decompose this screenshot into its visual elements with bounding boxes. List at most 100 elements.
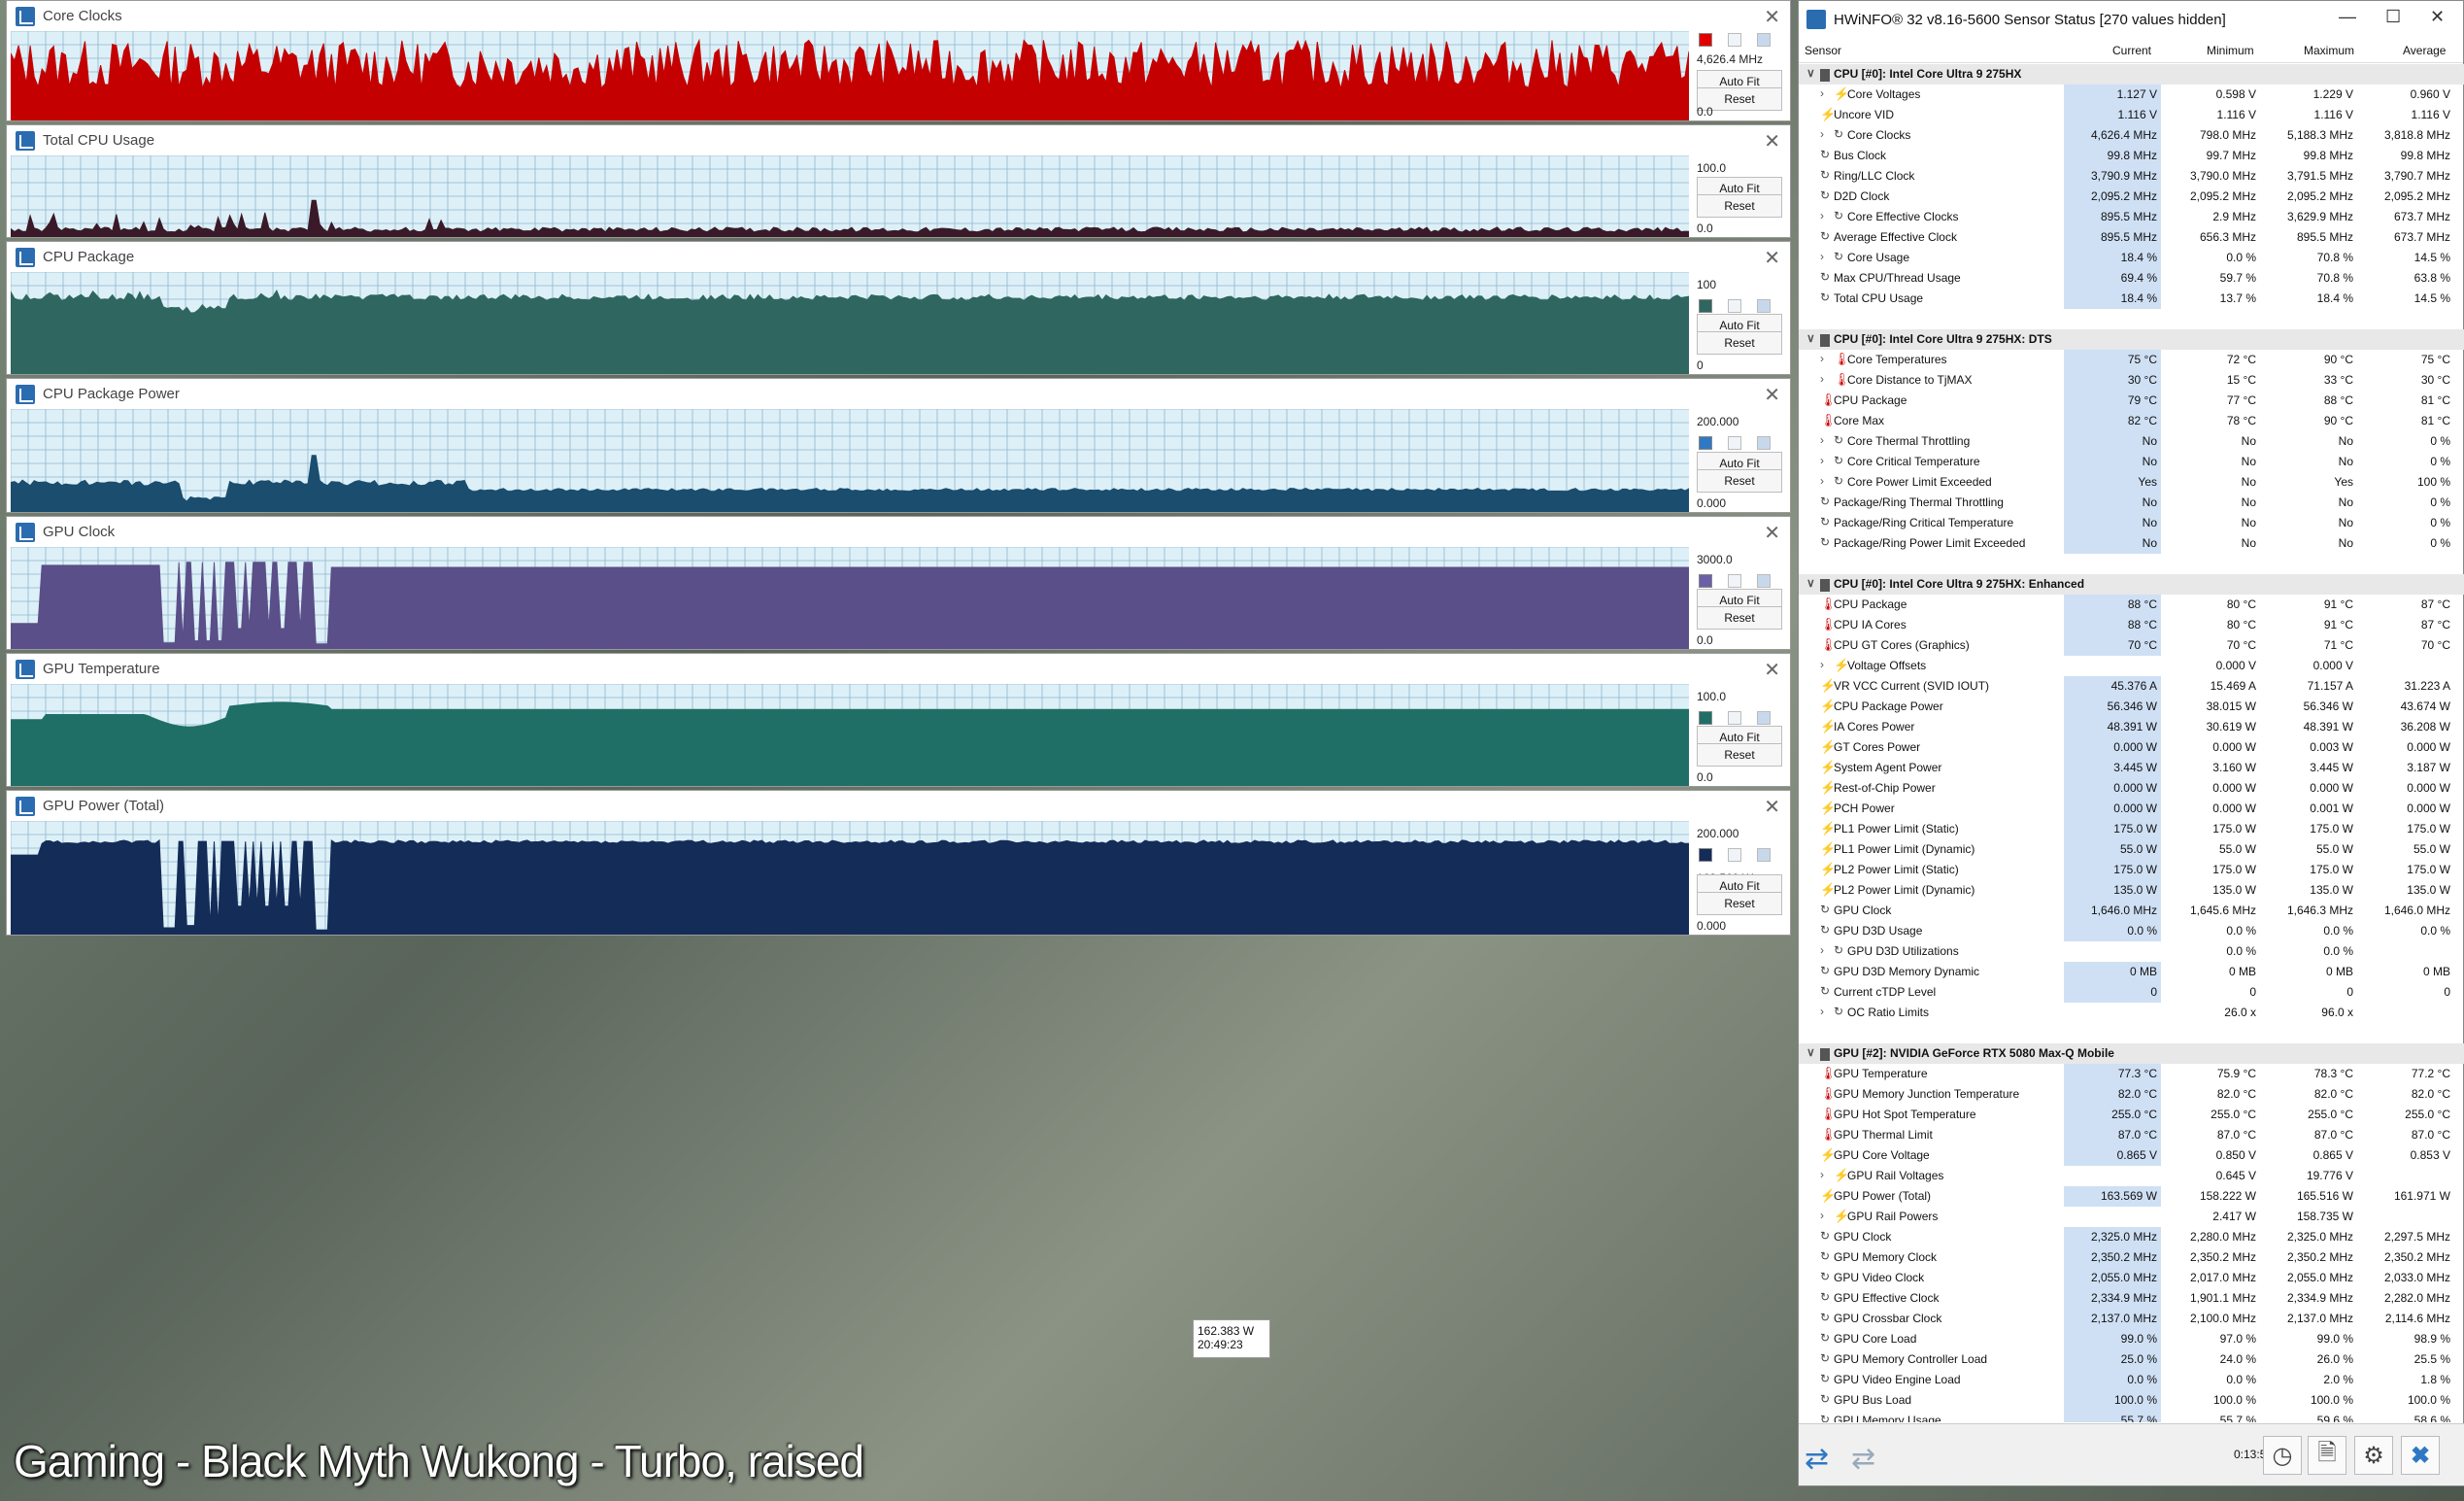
- sensor-row[interactable]: ⚡ PL1 Power Limit (Dynamic) 55.0 W 55.0 W 55…: [1799, 839, 2464, 860]
- reset-button[interactable]: Reset: [1697, 892, 1782, 915]
- sensor-list[interactable]: ∨ CPU [#0]: Intel Core Ultra 9 275HX › ⚡ Cor…: [1799, 64, 2464, 1422]
- sensor-row[interactable]: ↻ Current cTDP Level 0 0 0 0: [1799, 982, 2464, 1003]
- sensor-row[interactable]: ↻ Package/Ring Power Limit Exceeded No No No…: [1799, 533, 2464, 554]
- sensor-row[interactable]: ⚡ Rest-of-Chip Power 0.000 W 0.000 W 0.000 W…: [1799, 778, 2464, 799]
- close-icon[interactable]: ✕: [1764, 521, 1780, 545]
- reset-button[interactable]: Reset: [1697, 743, 1782, 767]
- expand-icon[interactable]: ›: [1820, 86, 1824, 100]
- sensor-row[interactable]: ⚡ GT Cores Power 0.000 W 0.000 W 0.003 W 0.00…: [1799, 737, 2464, 758]
- sensor-row[interactable]: › ↻ Core Critical Temperature No No No 0 %: [1799, 452, 2464, 472]
- sensor-row[interactable]: ↻ GPU Video Engine Load 0.0 % 0.0 % 2.0 % 1.8…: [1799, 1370, 2464, 1390]
- sensor-row[interactable]: 🌡 CPU Package 79 °C 77 °C 88 °C 81 °C: [1799, 391, 2464, 411]
- expand-icon[interactable]: ›: [1820, 209, 1824, 222]
- series-color-swatch[interactable]: [1699, 33, 1712, 47]
- close-icon[interactable]: ✕: [1764, 383, 1780, 407]
- sensor-row[interactable]: 🌡 CPU Package 88 °C 80 °C 91 °C 87 °C: [1799, 595, 2464, 615]
- collapse-icon[interactable]: ∨: [1806, 331, 1815, 345]
- sensor-row[interactable]: › 🌡 Core Distance to TjMAX 30 °C 15 °C 33 °C 3…: [1799, 370, 2464, 391]
- sensor-row[interactable]: ↻ D2D Clock 2,095.2 MHz 2,095.2 MHz 2,095.2 …: [1799, 187, 2464, 207]
- sensor-row[interactable]: ⚡ PCH Power 0.000 W 0.000 W 0.001 W 0.000 W: [1799, 799, 2464, 819]
- sensor-row[interactable]: ↻ Package/Ring Thermal Throttling No No No 0 …: [1799, 493, 2464, 513]
- series-style-swatch[interactable]: [1728, 574, 1741, 588]
- series-bg-swatch[interactable]: [1757, 436, 1771, 450]
- sensor-row[interactable]: ↻ GPU Memory Clock 2,350.2 MHz 2,350.2 MHz 2…: [1799, 1247, 2464, 1268]
- close-icon[interactable]: ✕: [2430, 7, 2445, 27]
- header-average[interactable]: Average: [2403, 44, 2446, 57]
- expand-icon[interactable]: ›: [1820, 250, 1824, 263]
- header-minimum[interactable]: Minimum: [2207, 44, 2254, 57]
- sensor-row[interactable]: › ↻ Core Thermal Throttling No No No 0 %: [1799, 431, 2464, 452]
- minimize-icon[interactable]: —: [2339, 7, 2356, 27]
- close-icon[interactable]: ✕: [1764, 246, 1780, 270]
- sensor-row[interactable]: 🌡 Core Max 82 °C 78 °C 90 °C 81 °C: [1799, 411, 2464, 431]
- sensor-row[interactable]: ↻ GPU Memory Controller Load 25.0 % 24.0 % 2…: [1799, 1349, 2464, 1370]
- sensor-row[interactable]: 🌡 GPU Hot Spot Temperature 255.0 °C 255.0 °…: [1799, 1105, 2464, 1125]
- sensor-row[interactable]: ↻ Package/Ring Critical Temperature No No No…: [1799, 513, 2464, 533]
- sensor-row[interactable]: ↻ Bus Clock 99.8 MHz 99.7 MHz 99.8 MHz 99.8 M…: [1799, 146, 2464, 166]
- collapse-icon[interactable]: ∨: [1806, 66, 1815, 80]
- series-bg-swatch[interactable]: [1757, 299, 1771, 313]
- sensor-row[interactable]: › ↻ Core Usage 18.4 % 0.0 % 70.8 % 14.5 %: [1799, 248, 2464, 268]
- sensor-row[interactable]: ↻ GPU Core Load 99.0 % 97.0 % 99.0 % 98.9 %: [1799, 1329, 2464, 1349]
- sensor-row[interactable]: › ⚡ Voltage Offsets 0.000 V 0.000 V: [1799, 656, 2464, 676]
- sensor-row[interactable]: ↻ GPU Video Clock 2,055.0 MHz 2,017.0 MHz 2,…: [1799, 1268, 2464, 1288]
- expand-icon[interactable]: ›: [1820, 454, 1824, 467]
- sensor-row[interactable]: › ↻ OC Ratio Limits 26.0 x 96.0 x: [1799, 1003, 2464, 1023]
- sensor-group-header[interactable]: ∨ CPU [#0]: Intel Core Ultra 9 275HX: Enh…: [1799, 574, 2464, 595]
- sensor-row[interactable]: 🌡 GPU Memory Junction Temperature 82.0 °C 8…: [1799, 1084, 2464, 1105]
- series-bg-swatch[interactable]: [1757, 848, 1771, 862]
- sensor-row[interactable]: › ↻ Core Clocks 4,626.4 MHz 798.0 MHz 5,188.3…: [1799, 125, 2464, 146]
- sensor-row[interactable]: ⚡ GPU Core Voltage 0.865 V 0.850 V 0.865 V 0.…: [1799, 1145, 2464, 1166]
- expand-icon[interactable]: ›: [1820, 1168, 1824, 1181]
- sensor-row[interactable]: ↻ GPU Crossbar Clock 2,137.0 MHz 2,100.0 MH…: [1799, 1309, 2464, 1329]
- sensor-row[interactable]: › ↻ Core Effective Clocks 895.5 MHz 2.9 MHz 3…: [1799, 207, 2464, 227]
- sensor-row[interactable]: ↻ Ring/LLC Clock 3,790.9 MHz 3,790.0 MHz 3,7…: [1799, 166, 2464, 187]
- sensor-row[interactable]: ↻ GPU Bus Load 100.0 % 100.0 % 100.0 % 100.0 …: [1799, 1390, 2464, 1411]
- reset-button[interactable]: Reset: [1697, 606, 1782, 630]
- series-style-swatch[interactable]: [1728, 711, 1741, 725]
- sensor-row[interactable]: ⚡ PL2 Power Limit (Dynamic) 135.0 W 135.0 W…: [1799, 880, 2464, 901]
- log-file-icon[interactable]: 🗎: [2308, 1436, 2346, 1475]
- sensor-row[interactable]: 🌡 GPU Temperature 77.3 °C 75.9 °C 78.3 °C 77.…: [1799, 1064, 2464, 1084]
- close-icon[interactable]: ✕: [1764, 658, 1780, 682]
- sensor-row[interactable]: ↻ GPU Memory Usage 55.7 % 55.7 % 59.6 % 58.6 …: [1799, 1411, 2464, 1422]
- series-style-swatch[interactable]: [1728, 33, 1741, 47]
- sensor-group-header[interactable]: ∨ CPU [#0]: Intel Core Ultra 9 275HX: DTS: [1799, 329, 2464, 350]
- close-x-icon[interactable]: ✖: [2401, 1436, 2440, 1475]
- sensor-row[interactable]: ↻ Max CPU/Thread Usage 69.4 % 59.7 % 70.8 % 6…: [1799, 268, 2464, 289]
- sensor-group-header[interactable]: ∨ GPU [#2]: NVIDIA GeForce RTX 5080 Max-Q…: [1799, 1043, 2464, 1064]
- series-style-swatch[interactable]: [1728, 299, 1741, 313]
- expand-icon[interactable]: ›: [1820, 352, 1824, 365]
- sensor-row[interactable]: ⚡ PL1 Power Limit (Static) 175.0 W 175.0 W1…: [1799, 819, 2464, 839]
- series-bg-swatch[interactable]: [1757, 711, 1771, 725]
- expand-icon[interactable]: ›: [1820, 474, 1824, 488]
- sensor-row[interactable]: › ⚡ Core Voltages 1.127 V 0.598 V 1.229 V 0.96…: [1799, 85, 2464, 105]
- sensor-row[interactable]: ⚡ GPU Power (Total) 163.569 W 158.222 W 165.…: [1799, 1186, 2464, 1207]
- sensor-row[interactable]: ↻ GPU Effective Clock 2,334.9 MHz 1,901.1 M…: [1799, 1288, 2464, 1309]
- expand-icon[interactable]: ›: [1820, 658, 1824, 671]
- collapse-icon[interactable]: ∨: [1806, 1045, 1815, 1059]
- expand-icon[interactable]: ›: [1820, 372, 1824, 386]
- sensor-group-header[interactable]: ∨ CPU [#0]: Intel Core Ultra 9 275HX: [1799, 64, 2464, 85]
- sensor-row[interactable]: ↻ GPU D3D Usage 0.0 % 0.0 % 0.0 % 0.0 %: [1799, 921, 2464, 941]
- sensor-row[interactable]: 🌡 CPU IA Cores 88 °C 80 °C 91 °C 87 °C: [1799, 615, 2464, 635]
- series-style-swatch[interactable]: [1728, 436, 1741, 450]
- header-sensor[interactable]: Sensor: [1805, 44, 1841, 57]
- expand-icon[interactable]: ›: [1820, 943, 1824, 957]
- reset-button[interactable]: Reset: [1697, 331, 1782, 355]
- series-color-swatch[interactable]: [1699, 848, 1712, 862]
- sensor-row[interactable]: ⚡ CPU Package Power 56.346 W 38.015 W 56.346…: [1799, 697, 2464, 717]
- sensor-row[interactable]: › 🌡 Core Temperatures 75 °C 72 °C 90 °C 75 °C: [1799, 350, 2464, 370]
- series-bg-swatch[interactable]: [1757, 574, 1771, 588]
- sensor-row[interactable]: ⚡ VR VCC Current (SVID IOUT) 45.376 A 15.46…: [1799, 676, 2464, 697]
- sensor-row[interactable]: 🌡 GPU Thermal Limit 87.0 °C 87.0 °C 87.0 °C 8…: [1799, 1125, 2464, 1145]
- sensor-row[interactable]: › ⚡ GPU Rail Powers 2.417 W 158.735 W: [1799, 1207, 2464, 1227]
- sensor-row[interactable]: › ⚡ GPU Rail Voltages 0.645 V 19.776 V: [1799, 1166, 2464, 1186]
- close-icon[interactable]: ✕: [1764, 5, 1780, 29]
- clock-reset-icon[interactable]: ◷: [2263, 1436, 2302, 1475]
- series-color-swatch[interactable]: [1699, 711, 1712, 725]
- settings-gear-icon[interactable]: ⚙: [2354, 1436, 2393, 1475]
- nav-arrows-icon[interactable]: ⇄: [1851, 1442, 1875, 1476]
- header-maximum[interactable]: Maximum: [2304, 44, 2354, 57]
- sensor-row[interactable]: › ↻ Core Power Limit Exceeded Yes No Yes 100 %: [1799, 472, 2464, 493]
